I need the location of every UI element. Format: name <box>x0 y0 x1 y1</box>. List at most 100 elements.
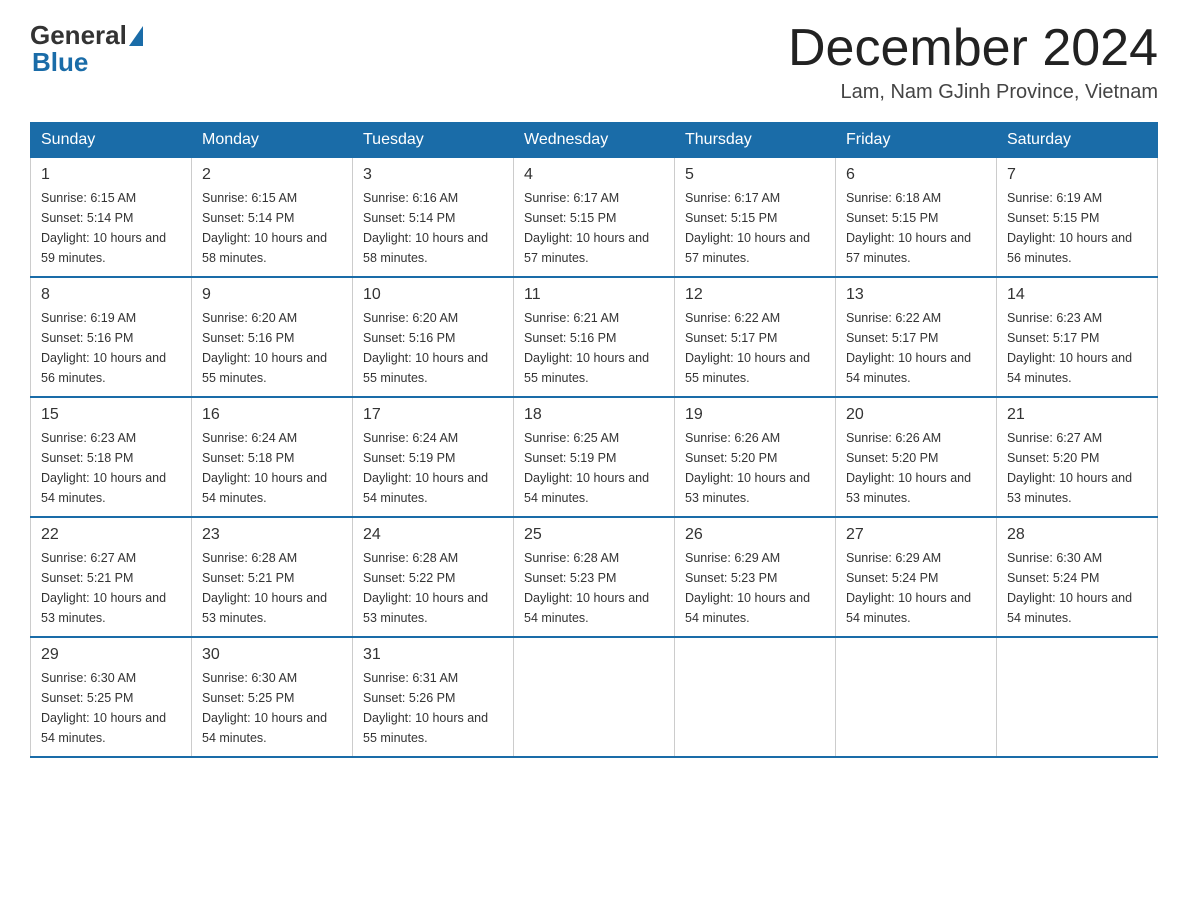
day-info: Sunrise: 6:29 AM Sunset: 5:24 PM Dayligh… <box>846 548 986 628</box>
day-info: Sunrise: 6:24 AM Sunset: 5:19 PM Dayligh… <box>363 428 503 508</box>
day-info: Sunrise: 6:20 AM Sunset: 5:16 PM Dayligh… <box>363 308 503 388</box>
day-number: 6 <box>846 166 986 184</box>
day-info: Sunrise: 6:26 AM Sunset: 5:20 PM Dayligh… <box>846 428 986 508</box>
day-info: Sunrise: 6:27 AM Sunset: 5:21 PM Dayligh… <box>41 548 181 628</box>
day-info: Sunrise: 6:28 AM Sunset: 5:23 PM Dayligh… <box>524 548 664 628</box>
day-info: Sunrise: 6:18 AM Sunset: 5:15 PM Dayligh… <box>846 188 986 268</box>
calendar-cell: 4 Sunrise: 6:17 AM Sunset: 5:15 PM Dayli… <box>514 158 675 278</box>
day-info: Sunrise: 6:15 AM Sunset: 5:14 PM Dayligh… <box>202 188 342 268</box>
calendar-cell: 22 Sunrise: 6:27 AM Sunset: 5:21 PM Dayl… <box>31 517 192 637</box>
day-number: 29 <box>41 646 181 664</box>
day-number: 28 <box>1007 526 1147 544</box>
day-info: Sunrise: 6:22 AM Sunset: 5:17 PM Dayligh… <box>685 308 825 388</box>
day-number: 8 <box>41 286 181 304</box>
calendar-cell: 3 Sunrise: 6:16 AM Sunset: 5:14 PM Dayli… <box>353 158 514 278</box>
calendar-cell: 14 Sunrise: 6:23 AM Sunset: 5:17 PM Dayl… <box>997 277 1158 397</box>
calendar-cell: 25 Sunrise: 6:28 AM Sunset: 5:23 PM Dayl… <box>514 517 675 637</box>
day-number: 13 <box>846 286 986 304</box>
calendar-cell: 19 Sunrise: 6:26 AM Sunset: 5:20 PM Dayl… <box>675 397 836 517</box>
calendar-table: SundayMondayTuesdayWednesdayThursdayFrid… <box>30 122 1158 758</box>
day-number: 10 <box>363 286 503 304</box>
calendar-week-5: 29 Sunrise: 6:30 AM Sunset: 5:25 PM Dayl… <box>31 637 1158 757</box>
month-title: December 2024 <box>788 20 1158 77</box>
day-info: Sunrise: 6:25 AM Sunset: 5:19 PM Dayligh… <box>524 428 664 508</box>
calendar-cell <box>514 637 675 757</box>
day-number: 15 <box>41 406 181 424</box>
calendar-cell: 17 Sunrise: 6:24 AM Sunset: 5:19 PM Dayl… <box>353 397 514 517</box>
header-sunday: Sunday <box>31 123 192 158</box>
day-number: 22 <box>41 526 181 544</box>
day-info: Sunrise: 6:19 AM Sunset: 5:16 PM Dayligh… <box>41 308 181 388</box>
logo-blue-text: Blue <box>30 47 88 78</box>
calendar-cell: 7 Sunrise: 6:19 AM Sunset: 5:15 PM Dayli… <box>997 158 1158 278</box>
day-info: Sunrise: 6:19 AM Sunset: 5:15 PM Dayligh… <box>1007 188 1147 268</box>
day-info: Sunrise: 6:22 AM Sunset: 5:17 PM Dayligh… <box>846 308 986 388</box>
day-number: 20 <box>846 406 986 424</box>
day-info: Sunrise: 6:17 AM Sunset: 5:15 PM Dayligh… <box>524 188 664 268</box>
day-info: Sunrise: 6:30 AM Sunset: 5:25 PM Dayligh… <box>202 668 342 748</box>
title-area: December 2024 Lam, Nam GJinh Province, V… <box>788 20 1158 104</box>
location-text: Lam, Nam GJinh Province, Vietnam <box>788 81 1158 104</box>
day-info: Sunrise: 6:29 AM Sunset: 5:23 PM Dayligh… <box>685 548 825 628</box>
day-number: 27 <box>846 526 986 544</box>
header-tuesday: Tuesday <box>353 123 514 158</box>
day-number: 14 <box>1007 286 1147 304</box>
day-info: Sunrise: 6:17 AM Sunset: 5:15 PM Dayligh… <box>685 188 825 268</box>
header-wednesday: Wednesday <box>514 123 675 158</box>
day-info: Sunrise: 6:31 AM Sunset: 5:26 PM Dayligh… <box>363 668 503 748</box>
calendar-cell: 8 Sunrise: 6:19 AM Sunset: 5:16 PM Dayli… <box>31 277 192 397</box>
calendar-cell: 9 Sunrise: 6:20 AM Sunset: 5:16 PM Dayli… <box>192 277 353 397</box>
calendar-cell: 24 Sunrise: 6:28 AM Sunset: 5:22 PM Dayl… <box>353 517 514 637</box>
day-info: Sunrise: 6:21 AM Sunset: 5:16 PM Dayligh… <box>524 308 664 388</box>
day-info: Sunrise: 6:28 AM Sunset: 5:21 PM Dayligh… <box>202 548 342 628</box>
calendar-week-2: 8 Sunrise: 6:19 AM Sunset: 5:16 PM Dayli… <box>31 277 1158 397</box>
logo-triangle-icon <box>129 26 143 46</box>
day-number: 18 <box>524 406 664 424</box>
day-number: 11 <box>524 286 664 304</box>
day-info: Sunrise: 6:24 AM Sunset: 5:18 PM Dayligh… <box>202 428 342 508</box>
day-number: 21 <box>1007 406 1147 424</box>
calendar-week-1: 1 Sunrise: 6:15 AM Sunset: 5:14 PM Dayli… <box>31 158 1158 278</box>
calendar-cell: 30 Sunrise: 6:30 AM Sunset: 5:25 PM Dayl… <box>192 637 353 757</box>
calendar-cell: 28 Sunrise: 6:30 AM Sunset: 5:24 PM Dayl… <box>997 517 1158 637</box>
calendar-cell: 1 Sunrise: 6:15 AM Sunset: 5:14 PM Dayli… <box>31 158 192 278</box>
calendar-header-row: SundayMondayTuesdayWednesdayThursdayFrid… <box>31 123 1158 158</box>
day-info: Sunrise: 6:27 AM Sunset: 5:20 PM Dayligh… <box>1007 428 1147 508</box>
calendar-cell: 15 Sunrise: 6:23 AM Sunset: 5:18 PM Dayl… <box>31 397 192 517</box>
day-number: 17 <box>363 406 503 424</box>
calendar-cell: 21 Sunrise: 6:27 AM Sunset: 5:20 PM Dayl… <box>997 397 1158 517</box>
day-info: Sunrise: 6:23 AM Sunset: 5:17 PM Dayligh… <box>1007 308 1147 388</box>
day-number: 1 <box>41 166 181 184</box>
calendar-cell: 10 Sunrise: 6:20 AM Sunset: 5:16 PM Dayl… <box>353 277 514 397</box>
calendar-cell: 11 Sunrise: 6:21 AM Sunset: 5:16 PM Dayl… <box>514 277 675 397</box>
calendar-cell: 16 Sunrise: 6:24 AM Sunset: 5:18 PM Dayl… <box>192 397 353 517</box>
calendar-cell: 5 Sunrise: 6:17 AM Sunset: 5:15 PM Dayli… <box>675 158 836 278</box>
day-number: 9 <box>202 286 342 304</box>
calendar-cell: 20 Sunrise: 6:26 AM Sunset: 5:20 PM Dayl… <box>836 397 997 517</box>
calendar-cell <box>997 637 1158 757</box>
day-info: Sunrise: 6:30 AM Sunset: 5:24 PM Dayligh… <box>1007 548 1147 628</box>
day-info: Sunrise: 6:15 AM Sunset: 5:14 PM Dayligh… <box>41 188 181 268</box>
calendar-cell: 6 Sunrise: 6:18 AM Sunset: 5:15 PM Dayli… <box>836 158 997 278</box>
day-info: Sunrise: 6:26 AM Sunset: 5:20 PM Dayligh… <box>685 428 825 508</box>
day-number: 3 <box>363 166 503 184</box>
calendar-cell <box>675 637 836 757</box>
header-monday: Monday <box>192 123 353 158</box>
day-number: 31 <box>363 646 503 664</box>
calendar-cell: 23 Sunrise: 6:28 AM Sunset: 5:21 PM Dayl… <box>192 517 353 637</box>
header-thursday: Thursday <box>675 123 836 158</box>
day-info: Sunrise: 6:16 AM Sunset: 5:14 PM Dayligh… <box>363 188 503 268</box>
calendar-cell: 13 Sunrise: 6:22 AM Sunset: 5:17 PM Dayl… <box>836 277 997 397</box>
day-number: 30 <box>202 646 342 664</box>
day-number: 5 <box>685 166 825 184</box>
calendar-cell: 18 Sunrise: 6:25 AM Sunset: 5:19 PM Dayl… <box>514 397 675 517</box>
day-number: 24 <box>363 526 503 544</box>
day-info: Sunrise: 6:20 AM Sunset: 5:16 PM Dayligh… <box>202 308 342 388</box>
day-number: 7 <box>1007 166 1147 184</box>
header-friday: Friday <box>836 123 997 158</box>
day-info: Sunrise: 6:28 AM Sunset: 5:22 PM Dayligh… <box>363 548 503 628</box>
day-info: Sunrise: 6:30 AM Sunset: 5:25 PM Dayligh… <box>41 668 181 748</box>
page-header: General Blue December 2024 Lam, Nam GJin… <box>30 20 1158 104</box>
calendar-week-3: 15 Sunrise: 6:23 AM Sunset: 5:18 PM Dayl… <box>31 397 1158 517</box>
day-number: 4 <box>524 166 664 184</box>
